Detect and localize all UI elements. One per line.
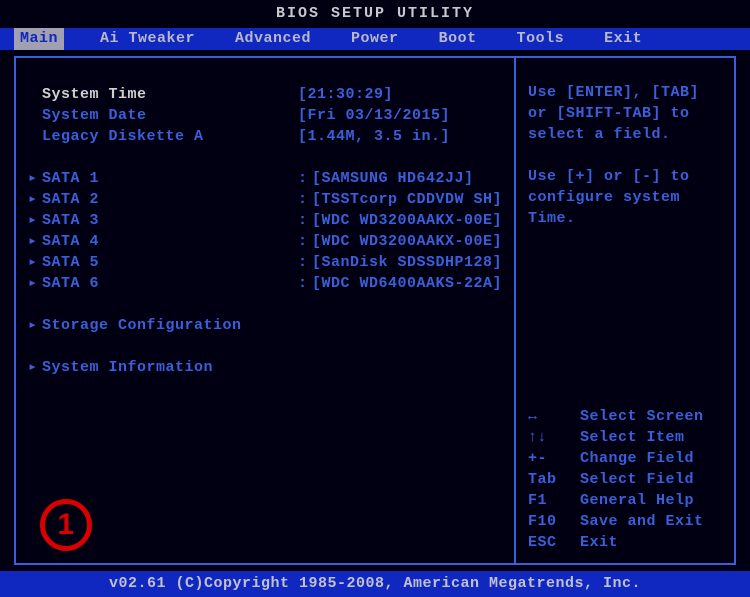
sata-1-row[interactable]: ▸SATA 1 :[SAMSUNG HD642JJ] <box>28 168 504 189</box>
key-desc: Select Screen <box>580 406 704 427</box>
tab-boot[interactable]: Boot <box>435 28 481 50</box>
help-pane: Use [ENTER], [TAB] or [SHIFT-TAB] to sel… <box>516 58 734 563</box>
submenu-arrow-icon: ▸ <box>28 210 42 231</box>
sata-5-value: [SanDisk SDSSDHP128] <box>312 254 502 271</box>
submenu-arrow-icon: ▸ <box>28 273 42 294</box>
sata-6-value: [WDC WD6400AAKS-22A] <box>312 275 502 292</box>
submenu-arrow-icon: ▸ <box>28 315 42 336</box>
main-area: System Time [21:30:29] System Date [Fri … <box>14 56 736 565</box>
storage-configuration-row[interactable]: ▸Storage Configuration <box>28 315 504 336</box>
key: F1 <box>528 490 580 511</box>
key: Tab <box>528 469 580 490</box>
label: Legacy Diskette A <box>42 126 204 147</box>
sata-2-value: [TSSTcorp CDDVDW SH] <box>312 191 502 208</box>
system-information-row[interactable]: ▸System Information <box>28 357 504 378</box>
key-desc: Select Item <box>580 427 685 448</box>
label: SATA 6 <box>42 273 99 294</box>
tab-advanced[interactable]: Advanced <box>231 28 315 50</box>
title-bar: BIOS SETUP UTILITY <box>0 0 750 28</box>
label: SATA 2 <box>42 189 99 210</box>
submenu-arrow-icon: ▸ <box>28 189 42 210</box>
sata-3-value: [WDC WD3200AAKX-00E] <box>312 212 502 229</box>
tab-exit[interactable]: Exit <box>600 28 646 50</box>
label: SATA 3 <box>42 210 99 231</box>
system-time-value[interactable]: [21:30:29] <box>298 84 504 105</box>
tab-bar: Main Ai Tweaker Advanced Power Boot Tool… <box>0 28 750 50</box>
label: SATA 5 <box>42 252 99 273</box>
tab-ai-tweaker[interactable]: Ai Tweaker <box>96 28 199 50</box>
help-text: Use [ENTER], [TAB] or [SHIFT-TAB] to sel… <box>528 82 726 229</box>
sata-6-row[interactable]: ▸SATA 6 :[WDC WD6400AAKS-22A] <box>28 273 504 294</box>
key-desc: Exit <box>580 532 618 553</box>
key: +- <box>528 448 580 469</box>
key-desc: Select Field <box>580 469 694 490</box>
submenu-arrow-icon: ▸ <box>28 168 42 189</box>
submenu-arrow-icon: ▸ <box>28 357 42 378</box>
footer: v02.61 (C)Copyright 1985-2008, American … <box>0 571 750 597</box>
label: SATA 4 <box>42 231 99 252</box>
system-date-row[interactable]: System Date [Fri 03/13/2015] <box>28 105 504 126</box>
sata-4-value: [WDC WD3200AAKX-00E] <box>312 233 502 250</box>
label: System Information <box>42 357 213 378</box>
submenu-arrow-icon: ▸ <box>28 252 42 273</box>
tab-power[interactable]: Power <box>347 28 403 50</box>
label: Storage Configuration <box>42 315 242 336</box>
label: System Time <box>42 84 147 105</box>
key-legend: ↔Select Screen ↑↓Select Item +-Change Fi… <box>528 406 726 553</box>
sata-4-row[interactable]: ▸SATA 4 :[WDC WD3200AAKX-00E] <box>28 231 504 252</box>
annotation-circle: 1 <box>40 499 92 551</box>
submenu-arrow-icon: ▸ <box>28 231 42 252</box>
label: SATA 1 <box>42 168 99 189</box>
sata-2-row[interactable]: ▸SATA 2 :[TSSTcorp CDDVDW SH] <box>28 189 504 210</box>
key: F10 <box>528 511 580 532</box>
key: ↑↓ <box>528 427 580 448</box>
label: System Date <box>42 105 147 126</box>
legacy-diskette-value[interactable]: [1.44M, 3.5 in.] <box>298 126 504 147</box>
system-time-row[interactable]: System Time [21:30:29] <box>28 84 504 105</box>
annotation-number: 1 <box>57 508 74 542</box>
sata-5-row[interactable]: ▸SATA 5 :[SanDisk SDSSDHP128] <box>28 252 504 273</box>
settings-pane: System Time [21:30:29] System Date [Fri … <box>16 58 514 563</box>
key-desc: General Help <box>580 490 694 511</box>
key-desc: Save and Exit <box>580 511 704 532</box>
tab-main[interactable]: Main <box>14 28 64 50</box>
key: ESC <box>528 532 580 553</box>
legacy-diskette-row[interactable]: Legacy Diskette A [1.44M, 3.5 in.] <box>28 126 504 147</box>
key: ↔ <box>528 406 580 427</box>
sata-3-row[interactable]: ▸SATA 3 :[WDC WD3200AAKX-00E] <box>28 210 504 231</box>
key-desc: Change Field <box>580 448 694 469</box>
sata-1-value: [SAMSUNG HD642JJ] <box>312 170 474 187</box>
tab-tools[interactable]: Tools <box>513 28 569 50</box>
system-date-value[interactable]: [Fri 03/13/2015] <box>298 105 504 126</box>
